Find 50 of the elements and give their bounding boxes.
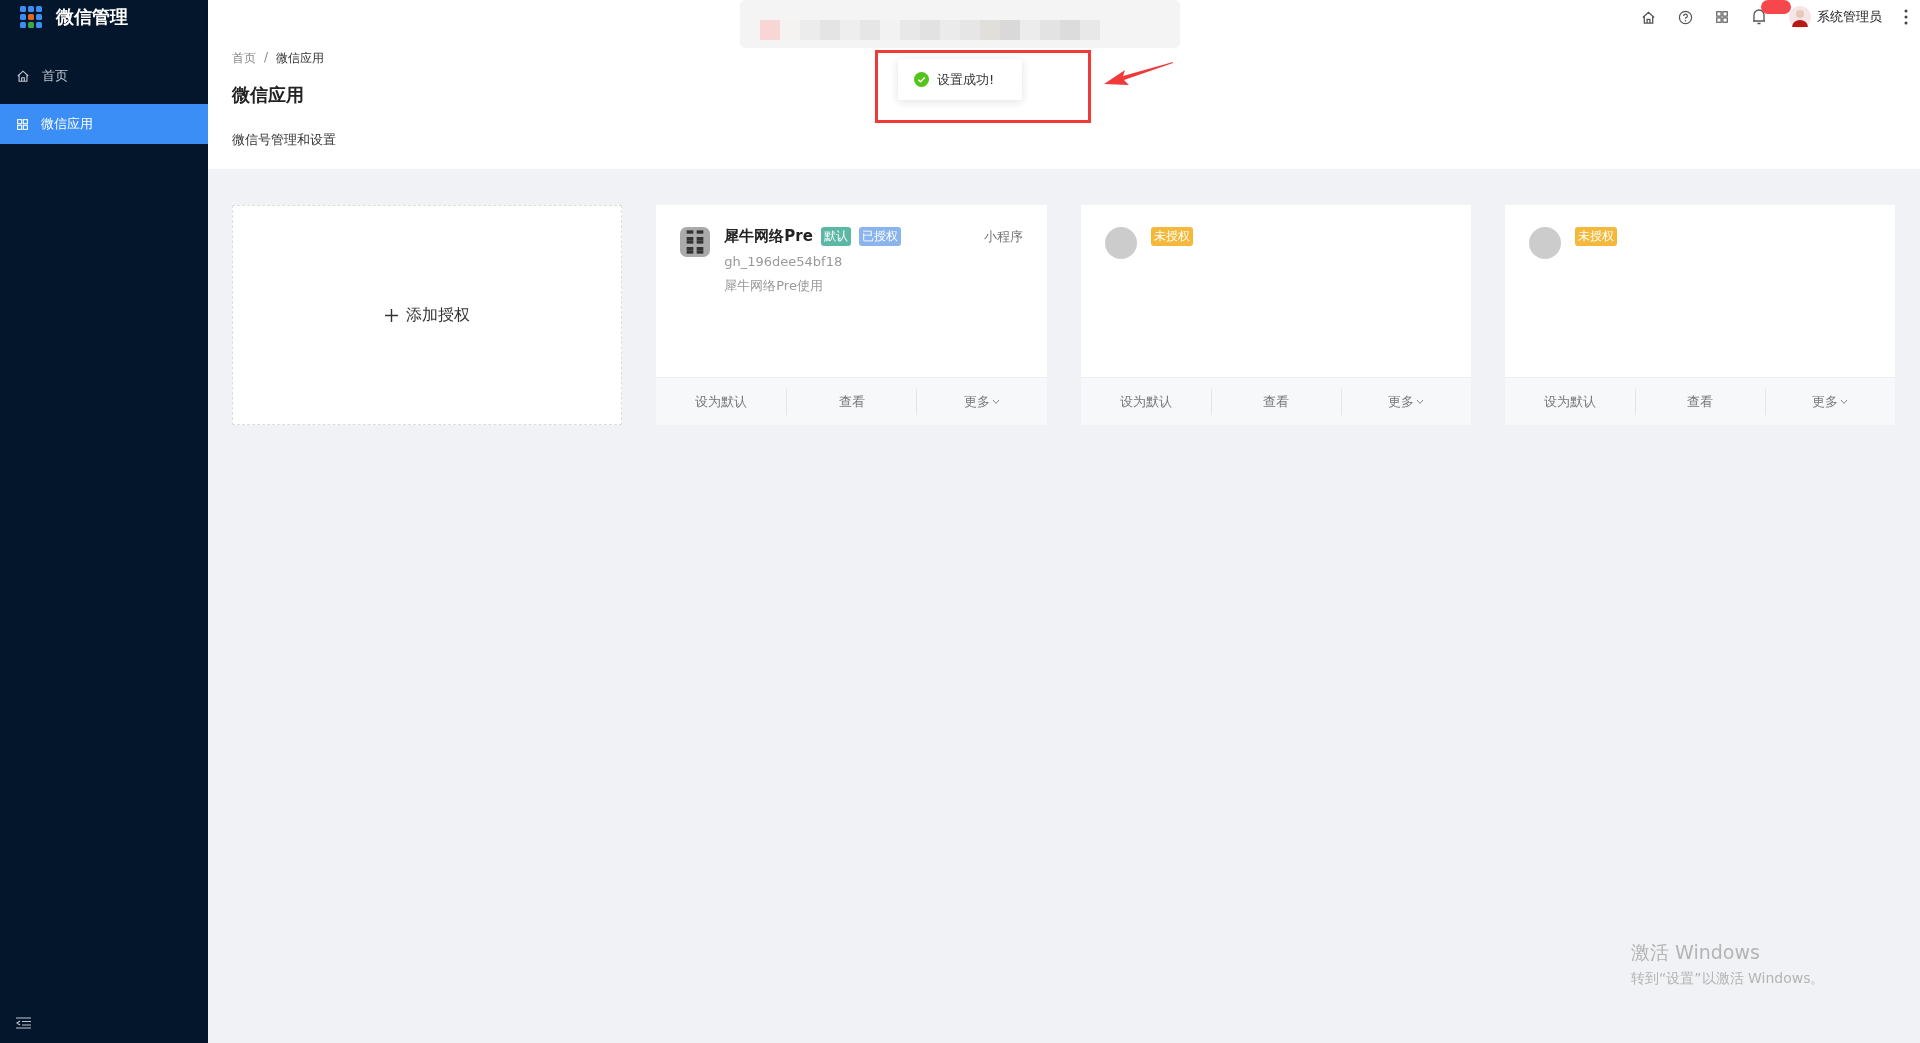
more-dropdown[interactable]: 更多 [1341,378,1471,425]
status-tag: 已授权 [858,227,901,246]
card-action-link[interactable]: 查看 [1211,378,1341,425]
card-action-link[interactable]: 查看 [787,378,917,425]
breadcrumb-link[interactable]: 首页 [232,50,256,67]
collapse-menu-icon[interactable] [16,1017,31,1029]
more-vertical-icon[interactable] [1904,9,1908,25]
user-name[interactable]: 系统管理员 [1817,8,1882,26]
annotation-arrow [1103,60,1175,88]
card-action-link[interactable]: 查看 [1635,378,1765,425]
notification-badge [1761,0,1791,14]
more-dropdown[interactable]: 更多 [1765,378,1895,425]
sidebar-item[interactable]: 首页 [0,56,208,96]
plus-icon [384,308,398,322]
check-circle-icon [914,72,929,87]
activation-title: 激活 Windows [1631,940,1761,965]
chevron-down-icon [991,398,1000,405]
grid-icon [16,117,29,131]
home-icon [16,69,30,83]
avatar [1104,227,1137,259]
toast-message: 设置成功! [937,70,995,89]
chevron-down-icon [1840,398,1849,405]
avatar [1528,227,1561,259]
card-action-link[interactable]: 设为默认 [656,378,787,425]
activation-text: 转到“设置”以激活 Windows。 [1631,970,1825,988]
app-grid-logo-icon [20,6,42,28]
account-type: 小程序 [983,227,1023,246]
app-title: 微信管理 [56,5,128,29]
more-dropdown[interactable]: 更多 [917,378,1047,425]
qr-code-icon [680,227,711,257]
home-icon[interactable] [1641,9,1656,25]
user-avatar[interactable] [1789,6,1811,28]
account-description: 犀牛网络Pre使用 [724,277,824,295]
card-action-link[interactable]: 设为默认 [1080,378,1211,425]
card-action-link[interactable]: 设为默认 [1504,378,1635,425]
chevron-down-icon [1416,398,1425,405]
page-title: 微信应用 [232,83,305,107]
breadcrumb-link[interactable]: 微信应用 [276,50,325,67]
account-name: 犀牛网络Pre [724,227,813,246]
status-tag: 未授权 [1150,227,1193,246]
sidebar-item[interactable]: 微信应用 [0,104,208,144]
status-tag: 默认 [820,227,851,246]
help-icon[interactable] [1678,9,1693,25]
grid-icon[interactable] [1715,10,1729,24]
breadcrumb-separator: / [264,50,269,66]
add-authorization-card[interactable]: 添加授权 [232,205,623,425]
bell-icon[interactable] [1751,8,1767,26]
status-tag: 未授权 [1574,227,1617,246]
page-subtitle: 微信号管理和设置 [232,131,337,149]
account-id: gh_196dee54bf18 [724,254,844,269]
